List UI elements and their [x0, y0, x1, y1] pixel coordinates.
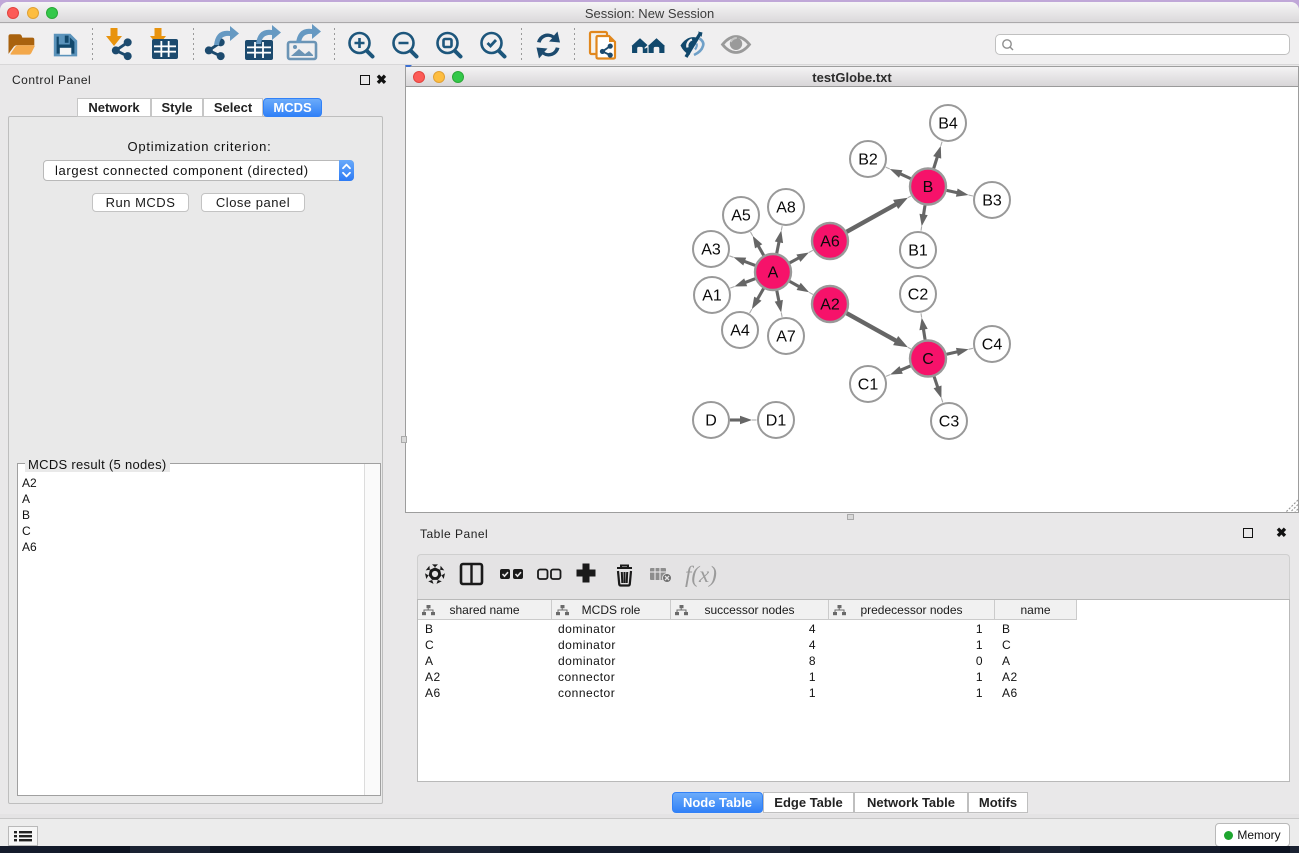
- svg-text:A8: A8: [776, 200, 796, 217]
- svg-text:A4: A4: [730, 323, 750, 340]
- svg-text:D1: D1: [766, 413, 787, 430]
- svg-text:A2: A2: [820, 297, 840, 314]
- svg-text:B4: B4: [938, 116, 958, 133]
- svg-text:C: C: [922, 351, 934, 368]
- svg-text:C2: C2: [908, 287, 929, 304]
- svg-text:C4: C4: [982, 337, 1003, 354]
- svg-text:B3: B3: [982, 193, 1002, 210]
- svg-text:B1: B1: [908, 243, 928, 260]
- svg-text:f(x): f(x): [685, 562, 717, 587]
- svg-text:B2: B2: [858, 152, 878, 169]
- svg-text:A6: A6: [820, 234, 840, 251]
- svg-text:C3: C3: [939, 414, 960, 431]
- svg-text:A5: A5: [731, 208, 751, 225]
- svg-text:D: D: [705, 413, 717, 430]
- svg-text:A: A: [768, 265, 779, 282]
- svg-text:C1: C1: [858, 377, 879, 394]
- svg-text:A7: A7: [776, 329, 796, 346]
- svg-text:B: B: [923, 179, 934, 196]
- svg-text:A1: A1: [702, 288, 722, 305]
- svg-text:A3: A3: [701, 242, 721, 259]
